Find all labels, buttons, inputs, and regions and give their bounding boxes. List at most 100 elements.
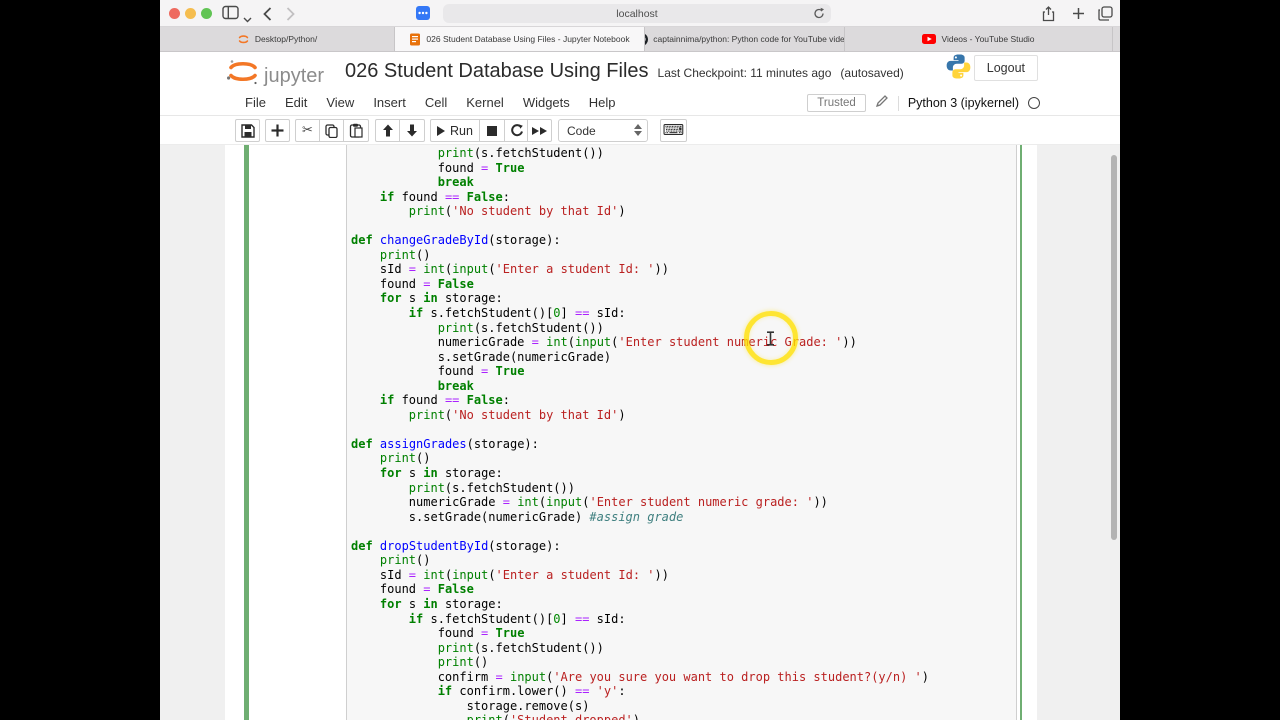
browser-tab-1[interactable]: Desktop/Python/	[160, 27, 395, 51]
code-line[interactable]: print(s.fetchStudent())	[351, 641, 929, 656]
code-line[interactable]: print('No student by that Id')	[351, 204, 929, 219]
code-line[interactable]: def assignGrades(storage):	[351, 437, 929, 452]
code-line[interactable]: if found == False:	[351, 393, 929, 408]
move-cell-up-button[interactable]	[375, 119, 400, 142]
plus-icon	[271, 124, 284, 137]
back-icon[interactable]	[263, 7, 272, 26]
browser-tab-2[interactable]: 026 Student Database Using Files - Jupyt…	[395, 27, 645, 51]
menu-item-help[interactable]: Help	[589, 95, 616, 110]
youtube-icon	[922, 34, 937, 44]
menu-item-widgets[interactable]: Widgets	[523, 95, 570, 110]
interrupt-kernel-button[interactable]	[479, 119, 505, 142]
tab-bar: Desktop/Python/026 Student Database Usin…	[160, 27, 1120, 52]
code-line[interactable]: print(s.fetchStudent())	[351, 146, 929, 161]
code-line[interactable]: numericGrade = int(input('Enter student …	[351, 495, 929, 510]
forward-icon[interactable]	[286, 7, 295, 26]
code-line[interactable]: break	[351, 175, 929, 190]
code-line[interactable]: print()	[351, 451, 929, 466]
browser-tab-3[interactable]: captainnima/python: Python code for YouT…	[645, 27, 845, 51]
code-line[interactable]: print(s.fetchStudent())	[351, 481, 929, 496]
code-line[interactable]: sId = int(input('Enter a student Id: '))	[351, 262, 929, 277]
new-tab-icon[interactable]	[1072, 7, 1085, 25]
code-line[interactable]: break	[351, 379, 929, 394]
share-icon[interactable]	[1042, 6, 1055, 27]
logout-button[interactable]: Logout	[973, 55, 1038, 81]
sidebar-icon[interactable]	[222, 5, 240, 25]
code-line[interactable]: for s in storage:	[351, 597, 929, 612]
code-line[interactable]	[351, 422, 929, 437]
zoom-window-button[interactable]	[201, 8, 212, 19]
code-line[interactable]: print()	[351, 655, 929, 670]
code-line[interactable]: def changeGradeById(storage):	[351, 233, 929, 248]
paste-cell-button[interactable]	[343, 119, 369, 142]
stop-icon	[487, 125, 497, 136]
code-line[interactable]: storage.remove(s)	[351, 699, 929, 714]
code-line[interactable]: print()	[351, 553, 929, 568]
code-line[interactable]: numericGrade = int(input('Enter student …	[351, 335, 929, 350]
play-icon	[437, 125, 446, 136]
code-line[interactable]	[351, 219, 929, 234]
close-window-button[interactable]	[169, 8, 180, 19]
address-bar[interactable]: localhost	[443, 4, 831, 23]
command-palette-button[interactable]: ⌨	[660, 119, 687, 142]
browser-tab-4[interactable]: Videos - YouTube Studio	[845, 27, 1113, 51]
code-line[interactable]: s.setGrade(numericGrade) #assign grade	[351, 510, 929, 525]
divider	[897, 95, 899, 111]
menu-item-insert[interactable]: Insert	[373, 95, 406, 110]
edit-title-pencil-icon[interactable]	[875, 94, 889, 113]
cell-type-select[interactable]: Code	[558, 119, 648, 142]
move-cell-down-button[interactable]	[399, 119, 425, 142]
code-line[interactable]: if confirm.lower() == 'y':	[351, 684, 929, 699]
code-line[interactable]: for s in storage:	[351, 466, 929, 481]
menu-item-file[interactable]: File	[245, 95, 266, 110]
code-line[interactable]: found = False	[351, 277, 929, 292]
menu-item-cell[interactable]: Cell	[425, 95, 447, 110]
copy-cell-button[interactable]	[319, 119, 344, 142]
code-line[interactable]: sId = int(input('Enter a student Id: '))	[351, 568, 929, 583]
arrow-down-icon	[407, 124, 417, 137]
code-line[interactable]: print('No student by that Id')	[351, 408, 929, 423]
insert-cell-button[interactable]	[265, 119, 290, 142]
menu-item-kernel[interactable]: Kernel	[466, 95, 504, 110]
code-editor[interactable]: print(s.fetchStudent()) found = True bre…	[351, 146, 929, 720]
checkpoint-status: Last Checkpoint: 11 minutes ago	[657, 66, 832, 80]
code-line[interactable]: if s.fetchStudent()[0] == sId:	[351, 612, 929, 627]
code-line[interactable]	[351, 524, 929, 539]
code-line[interactable]: if found == False:	[351, 190, 929, 205]
restart-kernel-button[interactable]	[504, 119, 528, 142]
code-line[interactable]: print('Student dropped')	[351, 713, 929, 720]
kernel-idle-indicator-icon	[1028, 97, 1040, 109]
extension-icon[interactable]	[416, 6, 430, 20]
notebook-title[interactable]: 026 Student Database Using Files	[345, 60, 649, 83]
menu-item-edit[interactable]: Edit	[285, 95, 307, 110]
code-line[interactable]: print()	[351, 248, 929, 263]
trusted-badge: Trusted	[807, 94, 866, 112]
notebook-area: print(s.fetchStudent()) found = True bre…	[160, 145, 1120, 720]
code-line[interactable]: found = True	[351, 626, 929, 641]
tab-overview-icon[interactable]	[1098, 6, 1113, 26]
jupyter-logo-text: jupyter	[264, 65, 325, 87]
code-line[interactable]: print(s.fetchStudent())	[351, 321, 929, 336]
code-line[interactable]: found = False	[351, 582, 929, 597]
menu-bar: File Edit View Insert Cell Kernel Widgets Help …	[160, 90, 1120, 116]
code-line[interactable]: s.setGrade(numericGrade)	[351, 350, 929, 365]
minimize-window-button[interactable]	[185, 8, 196, 19]
code-line[interactable]: for s in storage:	[351, 291, 929, 306]
cut-cell-button[interactable]: ✂	[295, 119, 320, 142]
code-line[interactable]: found = True	[351, 364, 929, 379]
reload-icon[interactable]	[813, 7, 825, 23]
jupyter-icon	[237, 33, 250, 46]
scrollbar-thumb[interactable]	[1111, 155, 1117, 540]
jupyter-logo[interactable]: jupyter	[226, 58, 324, 86]
save-button[interactable]	[235, 119, 260, 142]
code-line[interactable]: if s.fetchStudent()[0] == sId:	[351, 306, 929, 321]
code-line[interactable]: found = True	[351, 161, 929, 176]
copy-icon	[325, 123, 338, 138]
code-line[interactable]: confirm = input('Are you sure you want t…	[351, 670, 929, 685]
run-cell-button[interactable]: Run	[430, 119, 480, 142]
fast-forward-icon	[531, 126, 548, 135]
chevron-down-icon[interactable]	[243, 10, 252, 28]
restart-run-all-button[interactable]	[527, 119, 552, 142]
menu-item-view[interactable]: View	[326, 95, 354, 110]
code-line[interactable]: def dropStudentById(storage):	[351, 539, 929, 554]
